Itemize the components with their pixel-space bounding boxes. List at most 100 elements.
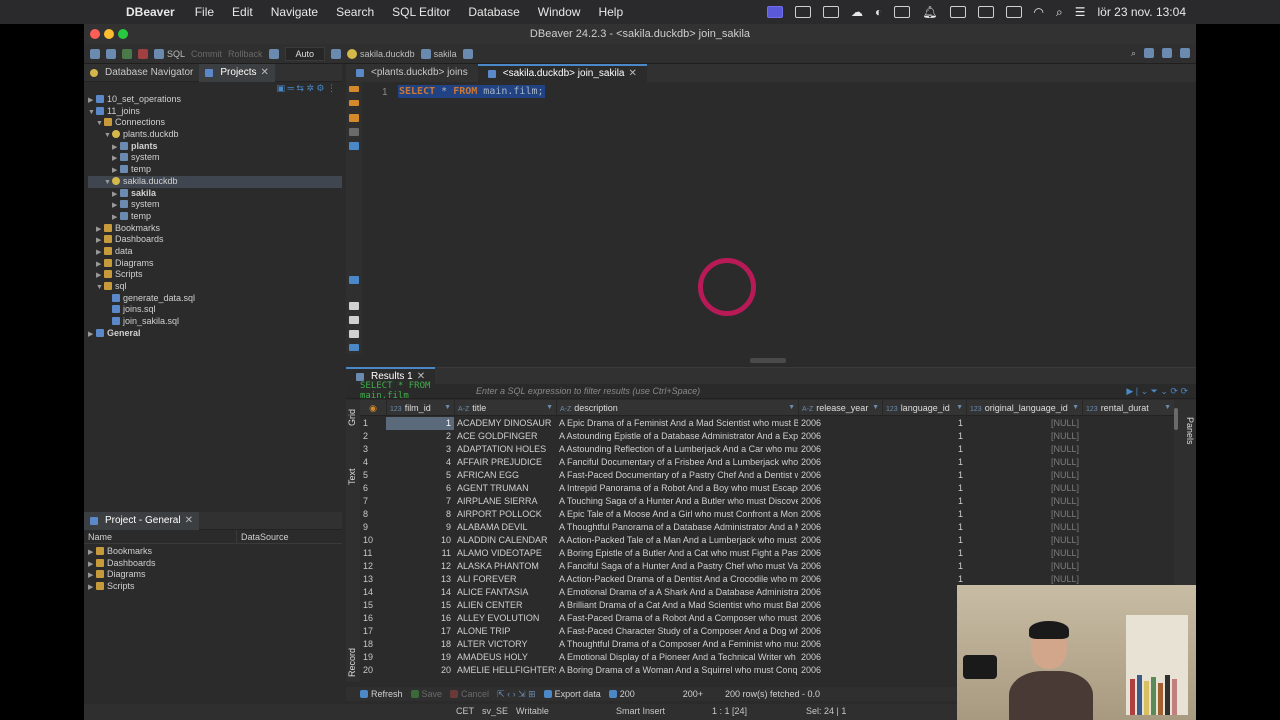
menubar-clock[interactable]: lör 23 nov. 13:04: [1097, 5, 1186, 19]
tree-node[interactable]: ▼ Connections: [88, 117, 342, 129]
table-cell[interactable]: 2006: [798, 495, 882, 508]
table-cell[interactable]: A Boring Drama of a Woman And a Squirrel…: [556, 664, 798, 677]
table-cell[interactable]: 1: [882, 417, 966, 430]
row-number[interactable]: 6: [360, 482, 386, 495]
table-cell[interactable]: A Emotional Display of a Pioneer And a T…: [556, 651, 798, 664]
row-number[interactable]: 11: [360, 547, 386, 560]
column-filter-icon[interactable]: ▼: [872, 400, 879, 416]
row-number[interactable]: 18: [360, 638, 386, 651]
table-cell[interactable]: 2: [386, 430, 454, 443]
table-cell[interactable]: 2006: [798, 664, 882, 677]
editor-splitter[interactable]: [346, 354, 1196, 368]
menu-file[interactable]: File: [195, 5, 214, 19]
message-icon[interactable]: [894, 6, 911, 18]
table-cell[interactable]: 2006: [798, 586, 882, 599]
table-cell[interactable]: 2006: [798, 534, 882, 547]
table-cell[interactable]: 1: [882, 521, 966, 534]
tree-node[interactable]: ▼ 11_joins: [88, 106, 342, 118]
menu-search[interactable]: Search: [336, 5, 374, 19]
table-cell[interactable]: 1: [882, 599, 966, 612]
tree-node[interactable]: ▶ plants: [88, 141, 342, 153]
column-filter-icon[interactable]: ▼: [444, 400, 451, 416]
table-cell[interactable]: 2006: [798, 430, 882, 443]
table-cell[interactable]: [NULL]: [966, 443, 1082, 456]
table-cell[interactable]: AMADEUS HOLY: [454, 651, 556, 664]
close-icon[interactable]: ✕: [628, 65, 636, 83]
row-number[interactable]: 12: [360, 560, 386, 573]
search-icon[interactable]: ⌕: [1131, 48, 1136, 59]
document-icon[interactable]: [349, 302, 359, 310]
table-row[interactable]: 9 9 ALABAMA DEVIL A Thoughtful Panorama of …: [360, 521, 1174, 534]
table-cell[interactable]: 9: [386, 521, 454, 534]
table-cell[interactable]: A Action-Packed Tale of a Man And a Lumb…: [556, 534, 798, 547]
sql-editor[interactable]: 1 SELECT * FROM main.film;: [346, 82, 1196, 354]
table-cell[interactable]: 2006: [798, 573, 882, 586]
table-cell[interactable]: 2006: [798, 625, 882, 638]
list-item[interactable]: ▶ Bookmarks: [88, 546, 342, 558]
table-cell[interactable]: 10: [386, 534, 454, 547]
display-icon[interactable]: [949, 6, 966, 18]
table-row[interactable]: 10 10 ALADDIN CALENDAR A Action-Packed Tale…: [360, 534, 1174, 547]
list-item[interactable]: ▶ Diagrams: [88, 569, 342, 581]
wifi-icon[interactable]: ◠: [1034, 5, 1044, 19]
filter-query-label[interactable]: SELECT * FROM main.film: [346, 381, 466, 401]
row-number[interactable]: 14: [360, 586, 386, 599]
new-connection-icon[interactable]: [90, 48, 100, 59]
spotlight-search-icon[interactable]: ⌕: [1056, 5, 1063, 20]
row-number[interactable]: 5: [360, 469, 386, 482]
table-row[interactable]: 11 11 ALAMO VIDEOTAPE A Boring Epistle of a…: [360, 547, 1174, 560]
menu-navigate[interactable]: Navigate: [271, 5, 318, 19]
transaction-mode-icon[interactable]: [268, 48, 279, 59]
row-number[interactable]: 4: [360, 456, 386, 469]
table-cell[interactable]: [NULL]: [966, 534, 1082, 547]
transaction-mode-select[interactable]: Auto: [284, 46, 326, 61]
column-filter-icon[interactable]: ▼: [546, 400, 553, 416]
table-cell[interactable]: 2006: [798, 508, 882, 521]
window-icon[interactable]: [795, 6, 812, 18]
console-icon[interactable]: [349, 142, 359, 150]
table-cell[interactable]: AGENT TRUMAN: [454, 482, 556, 495]
table-cell[interactable]: 2006: [798, 651, 882, 664]
row-number[interactable]: 7: [360, 495, 386, 508]
moon-icon[interactable]: ◐: [875, 5, 882, 19]
table-cell[interactable]: A Boring Epistle of a Butler And a Cat w…: [556, 547, 798, 560]
column-header-language-id[interactable]: 123 language_id ▼: [882, 400, 966, 418]
row-number[interactable]: 17: [360, 625, 386, 638]
table-cell[interactable]: ALI FOREVER: [454, 573, 556, 586]
tree-node[interactable]: ▶ system: [88, 199, 342, 211]
table-cell[interactable]: A Epic Tale of a Moose And a Girl who mu…: [556, 508, 798, 521]
expand-icon[interactable]: ▶: [88, 329, 96, 341]
tree-node[interactable]: ▶ General: [88, 328, 342, 340]
row-number[interactable]: 19: [360, 651, 386, 664]
table-cell[interactable]: [NULL]: [966, 495, 1082, 508]
column-header-title[interactable]: A-Z title ▼: [454, 400, 556, 418]
row-number[interactable]: 15: [360, 599, 386, 612]
table-cell[interactable]: ALONE TRIP: [454, 625, 556, 638]
table-cell[interactable]: 1: [882, 612, 966, 625]
expand-icon[interactable]: ▶: [88, 582, 96, 594]
table-cell[interactable]: [NULL]: [966, 469, 1082, 482]
table-cell[interactable]: 16: [386, 612, 454, 625]
table-cell[interactable]: 2006: [798, 599, 882, 612]
table-cell[interactable]: ALABAMA DEVIL: [454, 521, 556, 534]
splitter-handle[interactable]: [750, 358, 786, 363]
text-view-tab[interactable]: Text: [347, 462, 359, 492]
rollback-button[interactable]: Rollback: [228, 49, 263, 59]
table-cell[interactable]: ALAMO VIDEOTAPE: [454, 547, 556, 560]
table-cell[interactable]: 1: [882, 443, 966, 456]
table-cell[interactable]: AIRPORT POLLOCK: [454, 508, 556, 521]
table-cell[interactable]: 1: [882, 469, 966, 482]
fetch-size-input[interactable]: 200: [608, 689, 635, 699]
table-cell[interactable]: A Emotional Drama of a A Shark And a Dat…: [556, 586, 798, 599]
table-cell[interactable]: 2006: [798, 612, 882, 625]
table-cell[interactable]: ALLEY EVOLUTION: [454, 612, 556, 625]
table-cell[interactable]: 2006: [798, 560, 882, 573]
table-cell[interactable]: 1: [882, 456, 966, 469]
schema-selector[interactable]: sakila: [420, 48, 457, 59]
table-cell[interactable]: 2006: [798, 482, 882, 495]
column-filter-icon[interactable]: ▼: [1072, 400, 1079, 416]
record-view-tab[interactable]: Record: [347, 644, 359, 680]
table-cell[interactable]: [NULL]: [966, 508, 1082, 521]
table-cell[interactable]: A Astounding Epistle of a Database Admin…: [556, 430, 798, 443]
row-navigation-icons[interactable]: ⇱ ‹ › ⇲ ⊞: [497, 689, 536, 700]
